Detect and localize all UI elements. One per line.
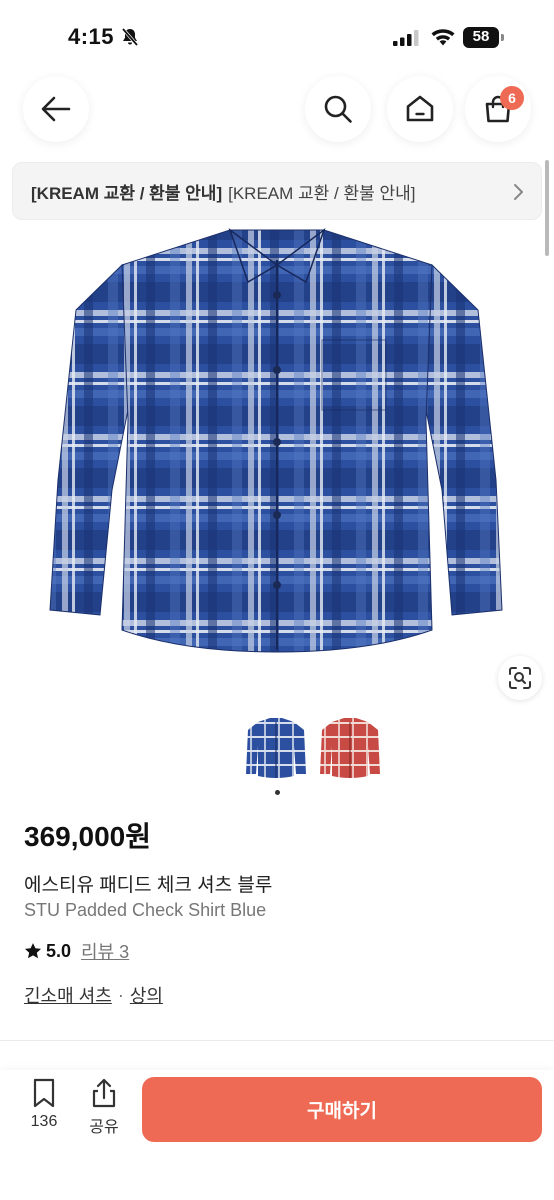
- cart-count-badge: 6: [500, 86, 524, 110]
- carousel-indicator: [275, 790, 280, 795]
- scrollbar[interactable]: [545, 160, 549, 256]
- arrow-left-icon: [41, 96, 71, 122]
- visual-search-button[interactable]: [498, 656, 542, 700]
- battery-indicator: 58: [463, 27, 505, 48]
- share-button[interactable]: 공유: [79, 1078, 129, 1137]
- search-icon: [324, 95, 352, 123]
- product-name-korean: 에스티유 패디드 체크 셔츠 블루: [24, 875, 273, 896]
- exchange-refund-notice[interactable]: [KREAM 교환 / 환불 안내] [KREAM 교환 / 환불 안내]: [12, 162, 542, 220]
- status-time: 4:15: [68, 24, 115, 49]
- category-separator: ·: [117, 984, 124, 1005]
- rating-row: 5.0 리뷰 3: [24, 938, 129, 964]
- home-icon: [406, 95, 434, 122]
- notice-title: [KREAM 교환 / 환불 안내]: [31, 183, 223, 203]
- product-image[interactable]: [40, 220, 514, 660]
- signal-icon: [393, 30, 419, 46]
- bottom-action-bar: 136 공유 구매하기: [0, 1070, 554, 1200]
- section-divider: [0, 1040, 554, 1041]
- rating-value: 5.0: [46, 940, 72, 961]
- star-icon: [24, 943, 42, 959]
- product-price: 369,000원: [24, 821, 151, 852]
- bookmark-count: 136: [30, 1113, 58, 1130]
- share-label: 공유: [89, 1119, 119, 1136]
- bell-off-icon: [121, 27, 139, 47]
- back-button[interactable]: [23, 76, 89, 142]
- category-breadcrumb: 긴소매 셔츠 · 상의: [24, 982, 163, 1008]
- review-link[interactable]: 리뷰 3: [81, 938, 129, 964]
- cart-button[interactable]: [465, 76, 531, 142]
- category-tops[interactable]: 상의: [130, 982, 163, 1008]
- bookmark-button[interactable]: 136: [19, 1078, 69, 1131]
- home-button[interactable]: [387, 76, 453, 142]
- search-button[interactable]: [305, 76, 371, 142]
- status-bar: 4:15 58: [0, 0, 554, 70]
- category-long-sleeve-shirts[interactable]: 긴소매 셔츠: [24, 982, 112, 1008]
- wifi-icon: [431, 29, 455, 46]
- notice-text: [KREAM 교환 / 환불 안내]: [228, 183, 416, 203]
- chevron-right-icon: [514, 184, 523, 200]
- product-name-english: STU Padded Check Shirt Blue: [24, 900, 267, 920]
- share-icon: [92, 1078, 116, 1108]
- bookmark-icon: [33, 1078, 55, 1108]
- battery-level: 58: [472, 28, 490, 45]
- lens-search-icon: [509, 667, 531, 689]
- thumbnail-red[interactable]: [318, 716, 382, 782]
- buy-button[interactable]: 구매하기: [142, 1077, 542, 1142]
- thumbnail-blue[interactable]: [244, 716, 308, 782]
